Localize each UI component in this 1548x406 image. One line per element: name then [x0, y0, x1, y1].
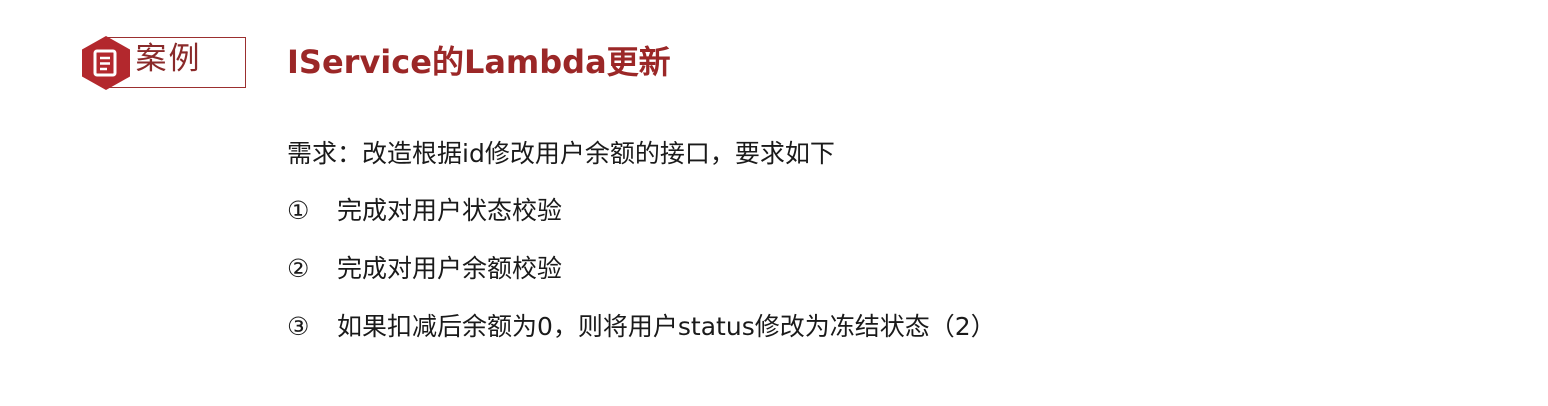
list-item: ③ 如果扣减后余额为0，则将用户status修改为冻结状态（2） — [287, 306, 996, 348]
list-item: ② 完成对用户余额校验 — [287, 248, 996, 290]
item-number: ③ — [287, 312, 310, 341]
badge-label: 案例 — [135, 41, 202, 77]
item-text: 完成对用户状态校验 — [337, 196, 563, 225]
content: 需求：改造根据id修改用户余额的接口，要求如下 ① 完成对用户状态校验 ② 完成对用… — [287, 133, 996, 364]
case-badge: 案例 — [78, 35, 248, 91]
item-text: 完成对用户余额校验 — [337, 254, 563, 283]
item-number: ① — [287, 196, 310, 225]
requirement-list: ① 完成对用户状态校验 ② 完成对用户余额校验 ③ 如果扣减后余额为0，则将用户sta… — [287, 190, 996, 348]
list-item: ① 完成对用户状态校验 — [287, 190, 996, 232]
page-title: IService的Lambda更新 — [287, 43, 671, 81]
requirement-text: 需求：改造根据id修改用户余额的接口，要求如下 — [287, 139, 835, 168]
item-number: ② — [287, 254, 310, 283]
item-text: 如果扣减后余额为0，则将用户status修改为冻结状态（2） — [337, 312, 996, 341]
